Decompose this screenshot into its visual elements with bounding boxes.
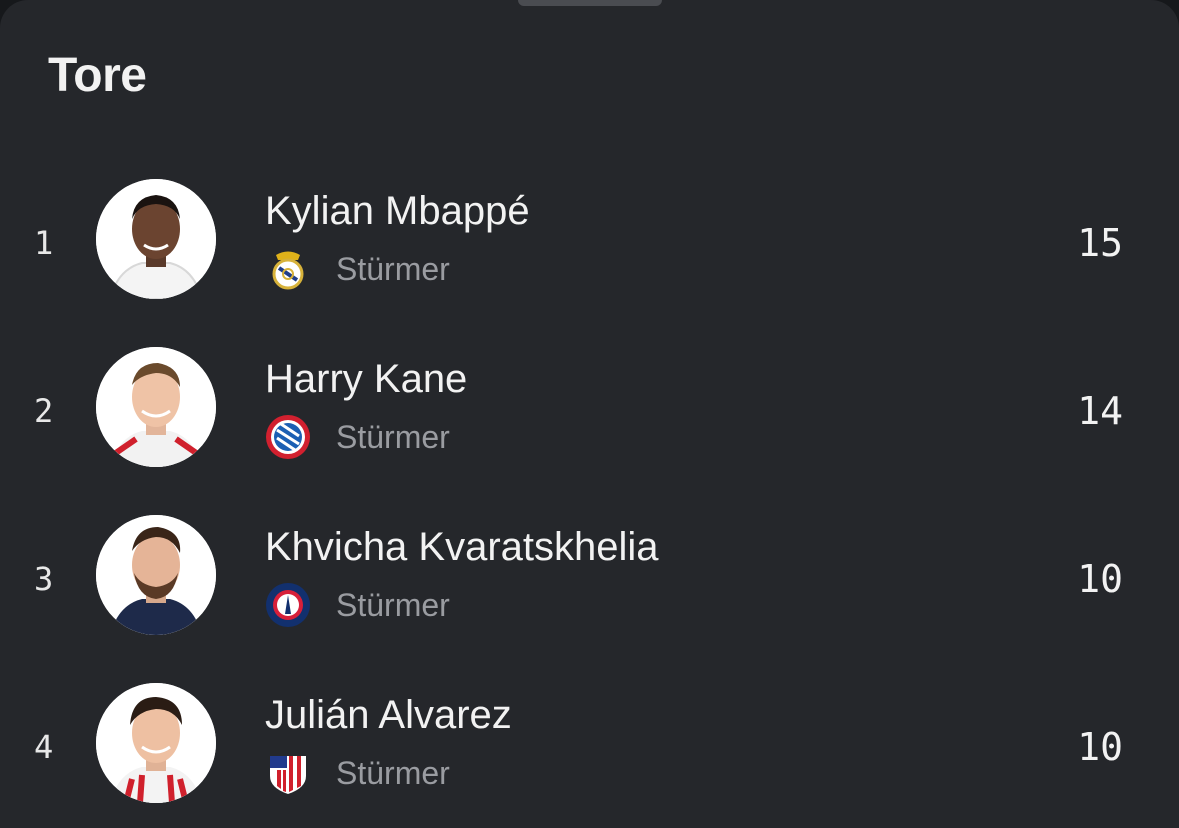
list-item[interactable]: 1 Kylian Mbappé Stürmer 15 (0, 179, 1179, 319)
player-avatar (96, 179, 216, 299)
player-name: Kylian Mbappé (265, 189, 530, 233)
scorers-sheet: Tore 1 Kylian Mbappé Stürmer 15 2 Harry … (0, 0, 1179, 828)
list-item[interactable]: 4 Julián Alvarez Stürmer 10 (0, 683, 1179, 823)
rank-number: 1 (34, 224, 54, 262)
fc-bayern-crest-icon (265, 414, 311, 460)
player-position: Stürmer (336, 755, 450, 791)
page-title: Tore (48, 49, 147, 102)
goals-count: 14 (1077, 389, 1123, 433)
player-position: Stürmer (336, 587, 450, 623)
sheet-grabber[interactable] (518, 0, 662, 6)
player-name: Julián Alvarez (265, 693, 512, 737)
list-item[interactable]: 3 Khvicha Kvaratskhelia Stürmer 10 (0, 515, 1179, 655)
player-position: Stürmer (336, 419, 450, 455)
list-item[interactable]: 2 Harry Kane Stürmer 14 (0, 347, 1179, 487)
real-madrid-crest-icon (265, 246, 311, 292)
atletico-madrid-crest-icon (265, 750, 311, 796)
rank-number: 2 (34, 392, 54, 430)
psg-crest-icon (265, 582, 311, 628)
player-name: Khvicha Kvaratskhelia (265, 525, 659, 569)
rank-number: 4 (34, 728, 54, 766)
goals-count: 10 (1077, 725, 1123, 769)
player-name: Harry Kane (265, 357, 468, 401)
goals-count: 10 (1077, 557, 1123, 601)
player-avatar (96, 347, 216, 467)
rank-number: 3 (34, 560, 54, 598)
player-avatar (96, 515, 216, 635)
player-position: Stürmer (336, 251, 450, 287)
player-avatar (96, 683, 216, 803)
goals-count: 15 (1077, 221, 1123, 265)
